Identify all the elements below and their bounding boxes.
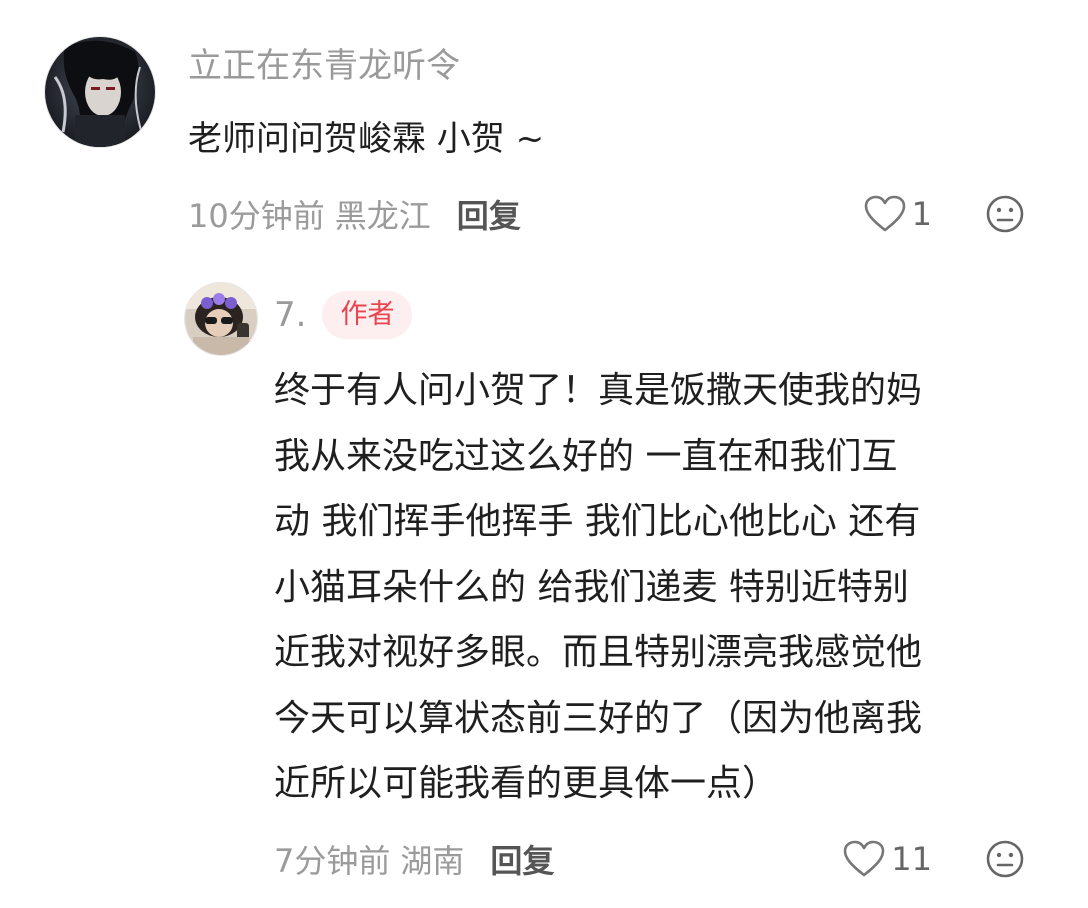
timestamp: 7分钟前	[274, 842, 391, 880]
timestamp: 10分钟前	[188, 197, 325, 235]
reply-text-line: 终于有人问小贺了！真是饭撒天使我的妈	[274, 370, 923, 411]
like-button[interactable]: 11	[843, 840, 932, 878]
dislike-face-icon	[986, 195, 1024, 233]
like-count: 1	[911, 195, 932, 233]
reply-avatar[interactable]	[184, 282, 258, 356]
reply-username[interactable]: 7.	[274, 295, 306, 335]
comment-actions: 1	[864, 192, 1026, 236]
location: 湖南	[400, 842, 465, 880]
reply-text-line: 今天可以算状态前三好的了（因为他离我	[274, 697, 923, 739]
reply-text-line: 小猫耳朵什么的 给我们递麦 特别近特别	[274, 566, 909, 608]
avatar-image	[185, 283, 257, 355]
avatar[interactable]	[44, 36, 156, 148]
comment-meta: 10分钟前 黑龙江 回复	[188, 192, 521, 236]
location: 黑龙江	[334, 197, 431, 235]
username[interactable]: 立正在东青龙听令	[188, 44, 460, 88]
reply-text: 终于有人问小贺了！真是饭撒天使我的妈 我从来没吃过这么好的 一直在和我们互 动 …	[274, 358, 1054, 817]
heart-outline-icon	[864, 195, 905, 232]
dislike-face-icon	[986, 840, 1024, 878]
comment-item: 立正在东青龙听令 老师问问贺峻霖 小贺 ~ 10分钟前 黑龙江 回复 1	[44, 36, 1054, 246]
dislike-button[interactable]	[984, 838, 1026, 880]
dislike-button[interactable]	[984, 193, 1026, 235]
heart-outline-icon	[843, 840, 885, 877]
reply-header: 7. 作者	[274, 290, 413, 340]
reply-text-line: 近我对视好多眼。而且特别漂亮我感觉他	[274, 632, 923, 673]
author-badge: 作者	[322, 291, 413, 339]
comment-text: 老师问问贺峻霖 小贺 ~	[188, 119, 545, 159]
reply-text-line: 我从来没吃过这么好的 一直在和我们互	[274, 435, 898, 477]
reply-text-line: 近所以可能我看的更具体一点）	[274, 763, 779, 804]
avatar-image	[45, 37, 155, 147]
reply-button[interactable]: 回复	[457, 191, 521, 237]
reply-actions: 11	[843, 837, 1026, 881]
reply-text-line: 动 我们挥手他挥手 我们比心他比心 还有	[274, 501, 921, 542]
reply-button[interactable]: 回复	[490, 836, 554, 882]
reply-meta: 7分钟前 湖南 回复	[274, 837, 554, 881]
reply-item: 7. 作者 终于有人问小贺了！真是饭撒天使我的妈 我从来没吃过这么好的 一直在和…	[184, 282, 1054, 892]
like-count: 11	[891, 840, 932, 878]
like-button[interactable]: 1	[864, 195, 932, 233]
